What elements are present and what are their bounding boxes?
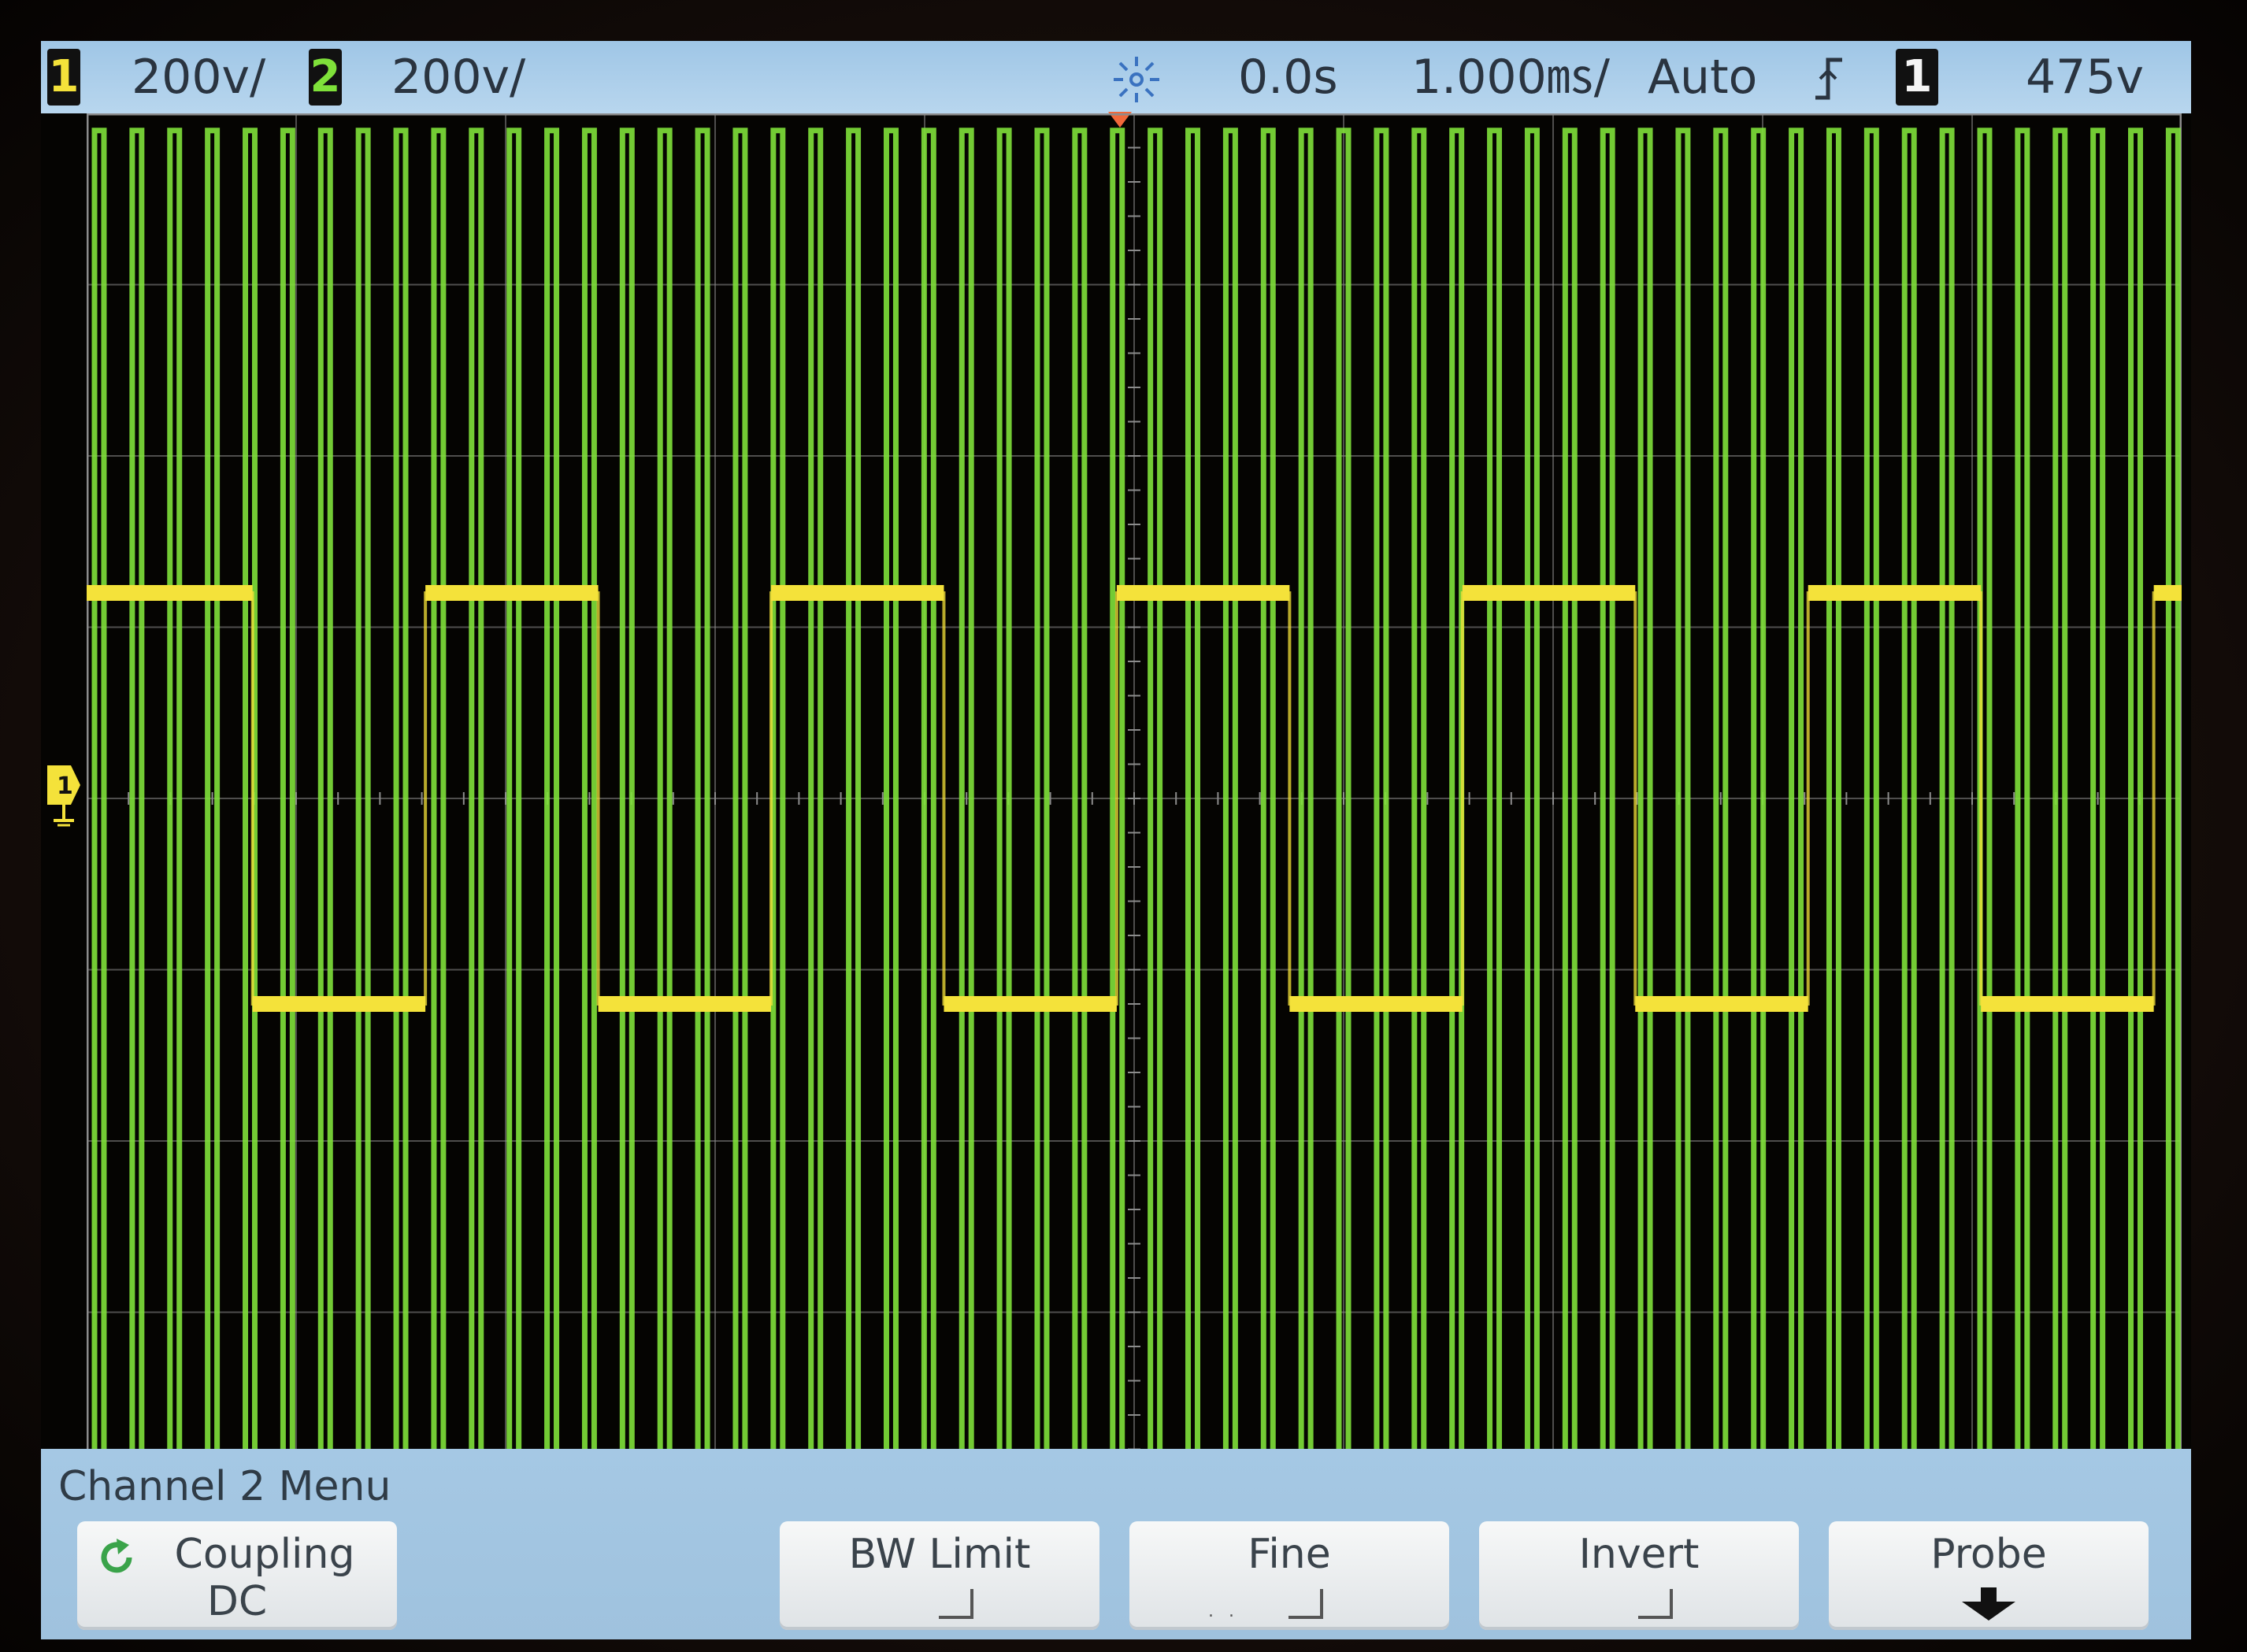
- trigger-level[interactable]: 475ⅴ: [2026, 49, 2144, 106]
- invert-label: Invert: [1578, 1531, 1700, 1578]
- sun-burst-run-icon: [1114, 57, 1159, 102]
- fine-label: Fine: [1248, 1531, 1331, 1578]
- trigger-source-badge[interactable]: 1: [1896, 49, 1938, 106]
- waveform-graticule[interactable]: [87, 113, 2182, 1483]
- menu-title: Channel 2 Menu: [58, 1463, 391, 1510]
- fine-softkey[interactable]: Fine . .: [1129, 1521, 1449, 1630]
- coupling-softkey[interactable]: Coupling DC: [77, 1521, 397, 1630]
- trigger-mode[interactable]: Auto: [1648, 49, 1757, 106]
- toggle-off-indicator: [1638, 1589, 1673, 1619]
- channel-2-badge[interactable]: 2: [309, 49, 342, 106]
- toggle-off-indicator: [1289, 1589, 1323, 1619]
- delay-readout[interactable]: 0.0s: [1238, 49, 1338, 106]
- bw-limit-label: BW Limit: [848, 1531, 1031, 1578]
- coupling-label: Coupling: [174, 1531, 355, 1578]
- invert-softkey[interactable]: Invert: [1479, 1521, 1799, 1630]
- coupling-value: DC: [206, 1578, 268, 1625]
- channel-ground-marker[interactable]: 1: [44, 742, 83, 828]
- channel-2-scale[interactable]: 200ⅴ/: [391, 49, 525, 106]
- toggle-dots: . .: [1208, 1602, 1239, 1621]
- probe-label: Probe: [1930, 1531, 2047, 1578]
- bw-limit-softkey[interactable]: BW Limit: [780, 1521, 1099, 1630]
- channel-1-scale[interactable]: 200ⅴ/: [132, 49, 265, 106]
- scope-screen: 1 200ⅴ/ 2 200ⅴ/ 0.0s 1.000㎳/ Auto 1 475ⅴ: [41, 41, 2191, 1639]
- probe-softkey[interactable]: Probe: [1829, 1521, 2149, 1630]
- channel-1-badge[interactable]: 1: [47, 49, 80, 106]
- down-arrow-icon: [1962, 1587, 2015, 1621]
- status-bar: 1 200ⅴ/ 2 200ⅴ/ 0.0s 1.000㎳/ Auto 1 475ⅴ: [41, 41, 2191, 113]
- timebase-readout[interactable]: 1.000㎳/: [1411, 49, 1610, 106]
- channel-2-menu: Channel 2 Menu Coupling DC BW Limit Fine…: [41, 1449, 2191, 1639]
- svg-text:1: 1: [57, 772, 73, 800]
- rising-edge-icon[interactable]: [1809, 55, 1848, 102]
- toggle-off-indicator: [939, 1589, 973, 1619]
